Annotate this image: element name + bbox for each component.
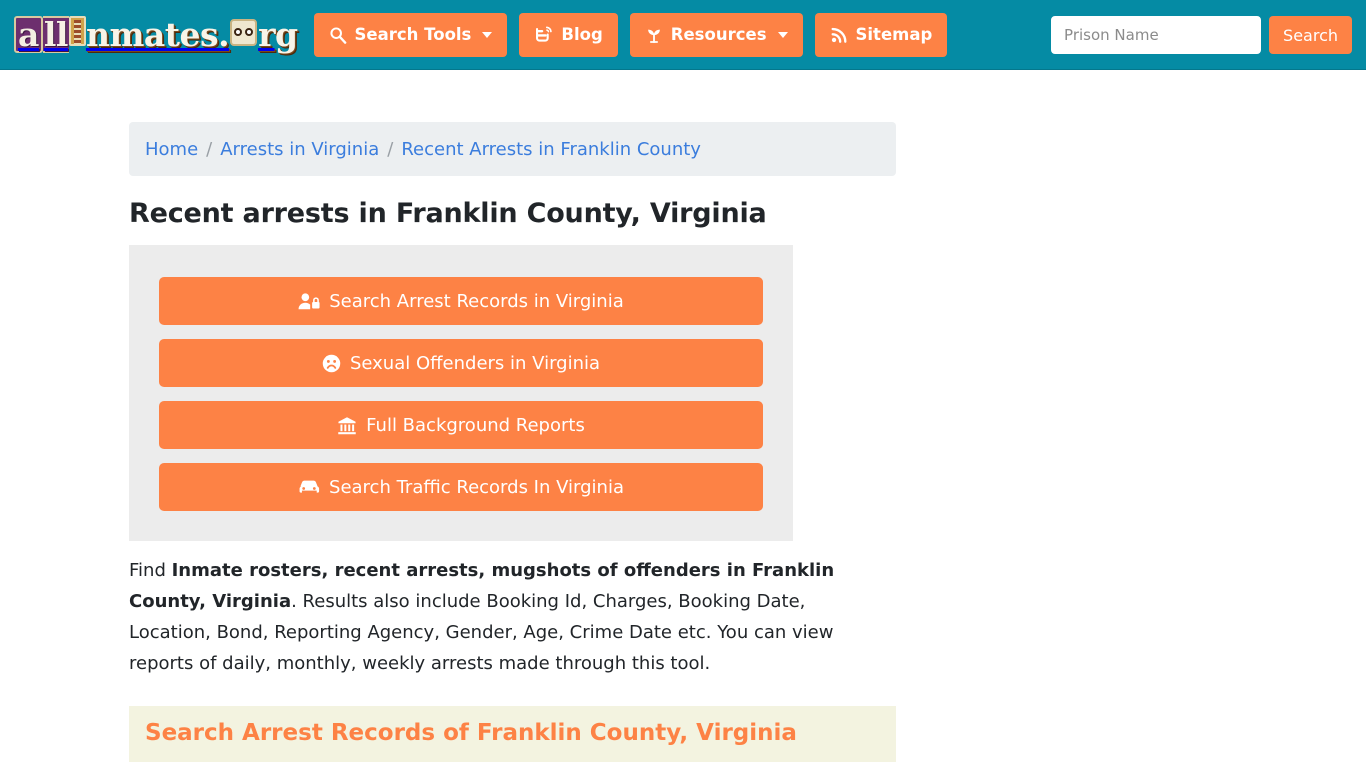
intro-paragraph: Find Inmate rosters, recent arrests, mug… — [129, 555, 889, 679]
magnifier-icon — [329, 26, 347, 44]
full-background-reports-button[interactable]: Full Background Reports — [159, 401, 763, 449]
breadcrumb-separator: / — [387, 138, 394, 160]
logo-eye-right-icon — [245, 28, 254, 36]
search-traffic-records-label: Search Traffic Records In Virginia — [329, 476, 624, 498]
main-navigation: Search Tools Blog Resources Sitemap — [313, 12, 948, 57]
nav-resources-label: Resources — [670, 25, 767, 44]
full-background-reports-label: Full Background Reports — [366, 414, 585, 436]
nav-search-tools-button[interactable]: Search Tools — [313, 12, 508, 57]
breadcrumb-item-home[interactable]: Home — [145, 139, 198, 160]
nav-blog-label: Blog — [561, 25, 603, 44]
breadcrumb-item-arrests-in-virginia[interactable]: Arrests in Virginia — [220, 139, 379, 160]
site-logo[interactable]: a ll nmates. rg — [14, 13, 298, 57]
breadcrumb-separator: / — [206, 138, 213, 160]
header-search-button[interactable]: Search — [1269, 16, 1352, 54]
search-traffic-records-button[interactable]: Search Traffic Records In Virginia — [159, 463, 763, 511]
logo-face-o-icon — [230, 19, 258, 46]
nav-sitemap-label: Sitemap — [855, 25, 933, 44]
chevron-down-icon — [777, 31, 788, 38]
logo-text-inmates: nmates. — [85, 15, 230, 54]
logo-letter-a: a — [14, 16, 43, 53]
intro-pre: Find — [129, 560, 172, 581]
user-lock-icon — [298, 292, 320, 311]
header-search-form: Search — [1051, 16, 1352, 54]
sexual-offenders-button[interactable]: Sexual Offenders in Virginia — [159, 339, 763, 387]
logo-text-rg: rg — [258, 15, 298, 54]
search-arrest-records-button[interactable]: Search Arrest Records in Virginia — [159, 277, 763, 325]
breadcrumb: Home / Arrests in Virginia / Recent Arre… — [129, 122, 896, 176]
car-icon — [298, 478, 320, 496]
rss-icon — [830, 26, 848, 44]
logo-eye-left-icon — [234, 28, 243, 36]
nav-search-tools-label: Search Tools — [354, 25, 472, 44]
logo-wordmark: a ll nmates. rg — [14, 16, 298, 53]
action-buttons-panel: Search Arrest Records in Virginia Sexual… — [129, 245, 793, 541]
search-arrest-records-label: Search Arrest Records in Virginia — [329, 290, 624, 312]
logo-letters-ll: ll — [42, 15, 69, 54]
section-heading-search-arrest-records: Search Arrest Records of Franklin County… — [129, 706, 896, 762]
site-header: a ll nmates. rg Search Tools Blog Resources — [0, 0, 1366, 70]
landmark-icon — [337, 416, 357, 435]
chevron-down-icon — [482, 31, 493, 38]
page-content: Home / Arrests in Virginia / Recent Arre… — [0, 70, 1366, 762]
page-title: Recent arrests in Franklin County, Virgi… — [129, 198, 767, 229]
prison-name-search-input[interactable] — [1051, 16, 1262, 54]
breadcrumb-item-current: Recent Arrests in Franklin County — [401, 138, 701, 160]
blogger-icon — [534, 25, 553, 44]
seedling-icon — [645, 26, 663, 44]
nav-sitemap-button[interactable]: Sitemap — [814, 12, 948, 57]
nav-blog-button[interactable]: Blog — [519, 12, 618, 57]
sexual-offenders-label: Sexual Offenders in Virginia — [349, 352, 601, 374]
nav-resources-button[interactable]: Resources — [629, 12, 803, 57]
frown-face-icon — [322, 354, 341, 373]
logo-prisoner-icon — [68, 16, 86, 46]
